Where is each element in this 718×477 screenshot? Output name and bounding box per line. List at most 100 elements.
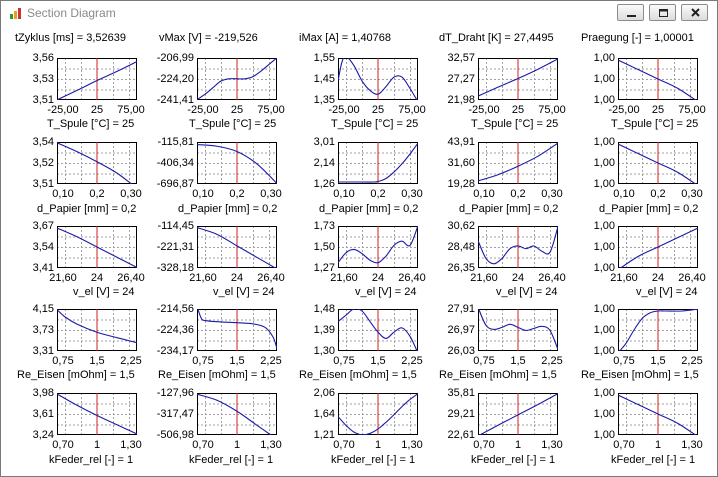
x-tick-label: 24 — [511, 272, 525, 284]
x-tick-label: 75,00 — [117, 104, 145, 116]
x-tick-label: 1,5 — [89, 355, 105, 367]
plot-r1c4 — [618, 142, 698, 184]
close-button[interactable] — [681, 4, 708, 21]
y-tick-label: 1,00 — [593, 345, 615, 357]
y-tick-label: -214,56 — [156, 303, 194, 315]
y-tick-label: -115,81 — [157, 136, 195, 148]
row-label-kfeder-rel: kFeder_rel [-] = 1 — [471, 454, 556, 466]
plot-r4c1 — [197, 393, 277, 435]
y-tick-label: -328,18 — [156, 262, 194, 274]
x-tick-label: 1 — [93, 439, 101, 451]
y-tick-label: 1,73 — [313, 220, 335, 232]
y-tick-label: 3,56 — [32, 52, 54, 64]
y-tick-label: 22,61 — [447, 429, 475, 441]
x-tick-label: 24 — [651, 272, 665, 284]
y-tick-label: 27,27 — [447, 73, 475, 85]
y-tick-label: -406,34 — [156, 157, 194, 169]
y-tick-label: 1,26 — [313, 178, 335, 190]
x-tick-label: 1,30 — [260, 439, 282, 451]
maximize-button[interactable] — [649, 4, 676, 21]
y-tick-label: 1,30 — [313, 345, 335, 357]
x-tick-label: 26,40 — [678, 272, 706, 284]
x-tick-label: 2,25 — [120, 355, 142, 367]
y-tick-label: 3,31 — [32, 345, 54, 357]
x-tick-label: 0,70 — [52, 439, 74, 451]
minimize-button[interactable] — [617, 4, 644, 21]
row-label-d-papier: d_Papier [mm] = 0,2 — [319, 203, 419, 215]
row-label-t-spule: T_Spule [°C] = 25 — [471, 118, 559, 130]
y-tick-label: 1,00 — [593, 408, 615, 420]
x-tick-label: 26,40 — [257, 272, 285, 284]
y-tick-label: 3,54 — [32, 136, 54, 148]
row-label-kfeder-rel: kFeder_rel [-] = 1 — [331, 454, 416, 466]
plot-r1c1 — [197, 142, 277, 184]
x-tick-label: 0,10 — [192, 188, 214, 200]
x-tick-label: 0,75 — [613, 355, 635, 367]
x-tick-label: 0,2 — [229, 188, 245, 200]
x-tick-label: 0,30 — [541, 188, 563, 200]
row-label-v-el: v_el [V] = 24 — [355, 286, 417, 298]
y-tick-label: -696,87 — [156, 178, 194, 190]
y-tick-label: 3,01 — [313, 136, 335, 148]
plot-r0c1 — [197, 58, 277, 100]
x-tick-label: 75,00 — [678, 104, 706, 116]
x-tick-label: 2,25 — [260, 355, 282, 367]
y-tick-label: 29,21 — [447, 408, 475, 420]
y-tick-label: -234,17 — [156, 345, 194, 357]
row-label-v-el: v_el [V] = 24 — [73, 286, 135, 298]
x-tick-label: 26,40 — [117, 272, 145, 284]
x-tick-label: 0,2 — [510, 188, 526, 200]
plot-r4c0 — [57, 393, 137, 435]
row-label-t-spule: T_Spule [°C] = 25 — [47, 118, 135, 130]
row-label-v-el: v_el [V] = 24 — [213, 286, 275, 298]
x-tick-label: 26,40 — [538, 272, 566, 284]
plot-r2c1 — [197, 226, 277, 268]
x-tick-label: 25 — [90, 104, 104, 116]
y-tick-label: 1,00 — [593, 220, 615, 232]
plot-r0c0 — [57, 58, 137, 100]
window-title: Section Diagram — [27, 6, 116, 20]
x-tick-label: 1,5 — [650, 355, 666, 367]
y-tick-label: 3,54 — [32, 241, 54, 253]
plot-r4c4 — [618, 393, 698, 435]
x-tick-label: 75,00 — [398, 104, 426, 116]
row-label-kfeder-rel: kFeder_rel [-] = 1 — [189, 454, 274, 466]
y-tick-label: 28,48 — [447, 241, 475, 253]
plot-r4c3 — [478, 393, 558, 435]
x-tick-label: -25,00 — [608, 104, 640, 116]
x-tick-label: 24 — [90, 272, 104, 284]
y-tick-label: 1,00 — [593, 324, 615, 336]
x-tick-label: 0,30 — [401, 188, 423, 200]
x-tick-label: 0,30 — [260, 188, 282, 200]
y-tick-label: 1,55 — [313, 52, 335, 64]
plot-r3c2 — [338, 309, 418, 351]
y-tick-label: 31,60 — [447, 157, 475, 169]
x-tick-label: 0,70 — [473, 439, 495, 451]
y-tick-label: 3,73 — [32, 324, 54, 336]
y-tick-label: 19,28 — [447, 178, 475, 190]
y-tick-label: 1,48 — [313, 303, 335, 315]
x-tick-label: 0,30 — [681, 188, 703, 200]
y-tick-label: 3,51 — [32, 178, 54, 190]
x-tick-label: 25 — [651, 104, 665, 116]
y-tick-label: -206,99 — [156, 52, 194, 64]
x-tick-label: 0,10 — [613, 188, 635, 200]
row-label-d-papier: d_Papier [mm] = 0,2 — [459, 203, 559, 215]
y-tick-label: 3,52 — [32, 157, 54, 169]
header-tzyklus: tZyklus [ms] = 3,52639 — [15, 32, 126, 44]
x-tick-label: 0,75 — [192, 355, 214, 367]
row-label-d-papier: d_Papier [mm] = 0,2 — [37, 203, 137, 215]
y-tick-label: 1,00 — [593, 157, 615, 169]
y-tick-label: -224,20 — [156, 73, 194, 85]
section-diagram-window: Section Diagram tZyklus [ms] = 3,52639 v… — [0, 0, 718, 477]
title-bar[interactable]: Section Diagram — [1, 1, 717, 25]
plot-r1c3 — [478, 142, 558, 184]
x-tick-label: 0,10 — [333, 188, 355, 200]
minimize-icon — [627, 15, 636, 17]
y-tick-label: 1,27 — [313, 262, 335, 274]
y-tick-label: 26,03 — [447, 345, 475, 357]
row-label-t-spule: T_Spule [°C] = 25 — [611, 118, 699, 130]
x-tick-label: 75,00 — [257, 104, 285, 116]
plot-r3c3 — [478, 309, 558, 351]
row-label-t-spule: T_Spule [°C] = 25 — [189, 118, 277, 130]
